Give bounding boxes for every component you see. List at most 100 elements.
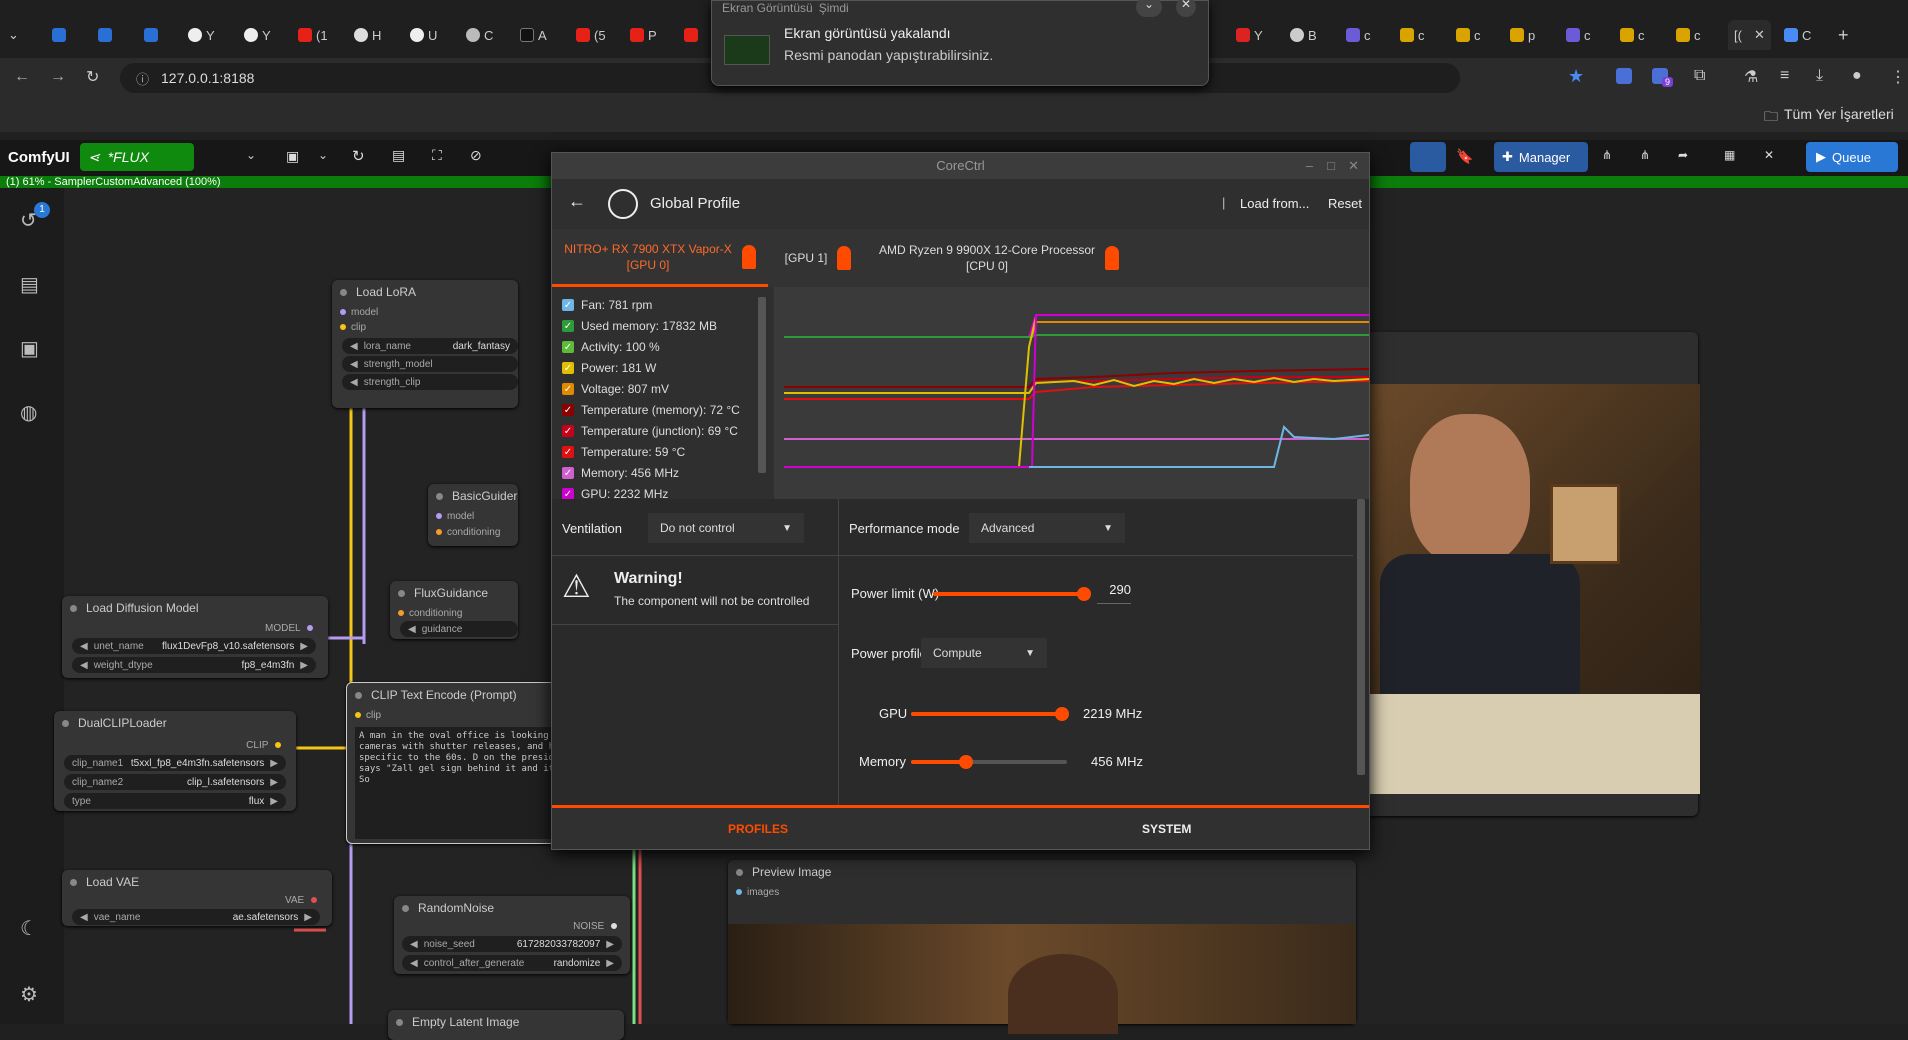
- sensor-row[interactable]: ✓ Temperature (junction): 69 °C: [562, 421, 738, 441]
- translate-ext-icon[interactable]: [1616, 68, 1632, 84]
- site-info-icon[interactable]: ⓘ: [136, 69, 149, 88]
- tab-r7[interactable]: c: [1566, 22, 1591, 48]
- tab-r4[interactable]: c: [1400, 22, 1425, 48]
- node-dual-clip-loader[interactable]: DualCLIPLoader CLIP clip_name1 t5xxl_fp8_…: [54, 711, 296, 811]
- output-model[interactable]: MODEL: [265, 623, 318, 634]
- maximize-icon[interactable]: □: [1327, 153, 1335, 179]
- system-tab[interactable]: SYSTEM: [1142, 822, 1191, 836]
- fit-view-icon[interactable]: ⛶: [432, 147, 442, 164]
- puzzle-icon[interactable]: ⧉: [1694, 67, 1705, 85]
- widget-type[interactable]: type flux ▶: [64, 793, 286, 809]
- tab-1[interactable]: [52, 22, 66, 48]
- widget-clip-name2[interactable]: clip_name2 clip_l.safetensors ▶: [64, 774, 286, 790]
- power-profile-dropdown[interactable]: Compute ▼: [921, 638, 1047, 668]
- download-icon[interactable]: ⤓: [1816, 67, 1823, 85]
- refresh-icon[interactable]: ↻: [352, 147, 365, 165]
- queue-button[interactable]: ▶ Queue: [1806, 142, 1898, 172]
- sensor-checkbox[interactable]: ✓: [562, 404, 574, 416]
- corectrl-window[interactable]: CoreCtrl – □ ✕ ← Global Profile | Load f…: [551, 152, 1370, 850]
- tab-10[interactable]: A: [520, 22, 547, 48]
- input-model[interactable]: model: [340, 307, 378, 318]
- tab-r5[interactable]: c: [1456, 22, 1481, 48]
- tab-r6[interactable]: p: [1510, 22, 1535, 48]
- minimize-icon[interactable]: –: [1306, 153, 1313, 179]
- power-switch-icon[interactable]: [741, 244, 756, 269]
- model-download-icon[interactable]: ⋔: [1602, 148, 1612, 162]
- sensor-row[interactable]: ✓ Memory: 456 MHz: [562, 463, 679, 483]
- tab-r9[interactable]: c: [1676, 22, 1701, 48]
- tab-gpu1[interactable]: [GPU 1]: [778, 229, 858, 287]
- tab-active[interactable]: [(✕: [1728, 20, 1771, 50]
- tab-13[interactable]: [684, 22, 698, 48]
- menu-icon[interactable]: ⋮: [1890, 67, 1906, 87]
- tab-r11[interactable]: C: [1784, 22, 1811, 48]
- settings-gear-icon[interactable]: ⚙: [20, 982, 38, 1007]
- theme-moon-icon[interactable]: ☾: [20, 916, 38, 941]
- widget-noise-seed[interactable]: ◀ noise_seed 617282033782097 ▶: [402, 936, 622, 952]
- media-icon[interactable]: ≡: [1780, 67, 1789, 85]
- node-flux-guidance[interactable]: FluxGuidance conditioning ◀ guidance: [390, 581, 518, 639]
- tab-4[interactable]: Y: [188, 22, 215, 48]
- output-clip[interactable]: CLIP: [246, 740, 286, 751]
- sensor-row[interactable]: ✓ Temperature (memory): 72 °C: [562, 400, 740, 420]
- output-vae[interactable]: VAE: [285, 895, 322, 906]
- sensor-checkbox[interactable]: ✓: [562, 383, 574, 395]
- tab-r1[interactable]: Y: [1236, 22, 1263, 48]
- sensor-checkbox[interactable]: ✓: [562, 341, 574, 353]
- widget-strength-clip[interactable]: ◀ strength_clip: [342, 374, 518, 390]
- node-load-diffusion-model[interactable]: Load Diffusion Model MODEL ◀ unet_name flu…: [62, 596, 328, 678]
- sensor-scrollbar[interactable]: [758, 297, 766, 473]
- node-preview-image[interactable]: Preview Image images: [728, 860, 1356, 1034]
- sensor-row[interactable]: ✓ Temperature: 59 °C: [562, 442, 685, 462]
- tab-11[interactable]: (5: [576, 22, 606, 48]
- node-empty-latent[interactable]: Empty Latent Image: [388, 1010, 624, 1040]
- widget-unet-name[interactable]: ◀ unet_name flux1DevFp8_v10.safetensors ▶: [72, 638, 316, 654]
- close-icon[interactable]: ✕: [1176, 0, 1196, 17]
- sensor-row[interactable]: ✓ Activity: 100 %: [562, 337, 660, 357]
- memory-clock-slider[interactable]: [911, 755, 1067, 769]
- tab-9[interactable]: C: [466, 22, 493, 48]
- widget-lora-name[interactable]: ◀ lora_name dark_fantasy: [342, 338, 518, 354]
- node-library-icon[interactable]: ▤: [20, 272, 39, 297]
- sensor-checkbox[interactable]: ✓: [562, 362, 574, 374]
- node-basic-guider[interactable]: BasicGuider model conditioning: [428, 484, 518, 546]
- gpu-clock-slider[interactable]: [911, 707, 1069, 721]
- tab-2[interactable]: [98, 22, 112, 48]
- tab-5[interactable]: Y: [244, 22, 271, 48]
- input-model[interactable]: model: [436, 511, 474, 522]
- bookmark-icon[interactable]: 🔖: [1456, 148, 1473, 165]
- tab-search-button[interactable]: ⌄: [8, 22, 19, 48]
- input-clip[interactable]: clip: [355, 710, 381, 721]
- forward-icon[interactable]: →: [50, 68, 66, 86]
- power-limit-value[interactable]: 290: [1097, 582, 1131, 604]
- expand-icon[interactable]: ⌄: [1136, 0, 1162, 17]
- tab-gpu0[interactable]: NITRO+ RX 7900 XTX Vapor-X [GPU 0]: [552, 229, 768, 287]
- tab-r8[interactable]: c: [1620, 22, 1645, 48]
- sensor-row[interactable]: ✓ Fan: 781 rpm: [562, 295, 652, 315]
- clipspace-icon[interactable]: ▤: [392, 147, 405, 164]
- tab-12[interactable]: P: [630, 22, 657, 48]
- tab-6[interactable]: (1: [298, 22, 328, 48]
- load-from-button[interactable]: Load from...: [1240, 196, 1309, 211]
- sensor-checkbox[interactable]: ✓: [562, 446, 574, 458]
- sensor-checkbox[interactable]: ✓: [562, 467, 574, 479]
- save-icon[interactable]: ▣: [286, 148, 299, 165]
- power-switch-icon[interactable]: [837, 246, 852, 270]
- widget-strength-model[interactable]: ◀ strength_model: [342, 356, 518, 372]
- clear-icon[interactable]: ⊘: [470, 147, 482, 164]
- new-tab-button[interactable]: +: [1838, 22, 1849, 48]
- window-titlebar[interactable]: CoreCtrl – □ ✕: [552, 153, 1369, 179]
- power-limit-slider[interactable]: [933, 587, 1091, 601]
- node-library-icon[interactable]: ⋔: [1640, 148, 1650, 162]
- model-icon[interactable]: [1410, 142, 1446, 172]
- palette-icon[interactable]: ◍: [20, 400, 37, 425]
- widget-vae-name[interactable]: ◀ vae_name ae.safetensors ▶: [72, 909, 320, 925]
- screenshot-notification[interactable]: Ekran Görüntüsü Şimdi ⌄ ✕ Ekran görüntüsü…: [711, 0, 1209, 86]
- sensor-checkbox[interactable]: ✓: [562, 299, 574, 311]
- tab-r2[interactable]: B: [1290, 22, 1317, 48]
- widget-control-after-generate[interactable]: ◀ control_after_generate randomize ▶: [402, 955, 622, 971]
- flask-icon[interactable]: ⚗: [1744, 67, 1758, 87]
- tab-7[interactable]: H: [354, 22, 381, 48]
- back-icon[interactable]: ←: [14, 68, 30, 86]
- sensor-checkbox[interactable]: ✓: [562, 320, 574, 332]
